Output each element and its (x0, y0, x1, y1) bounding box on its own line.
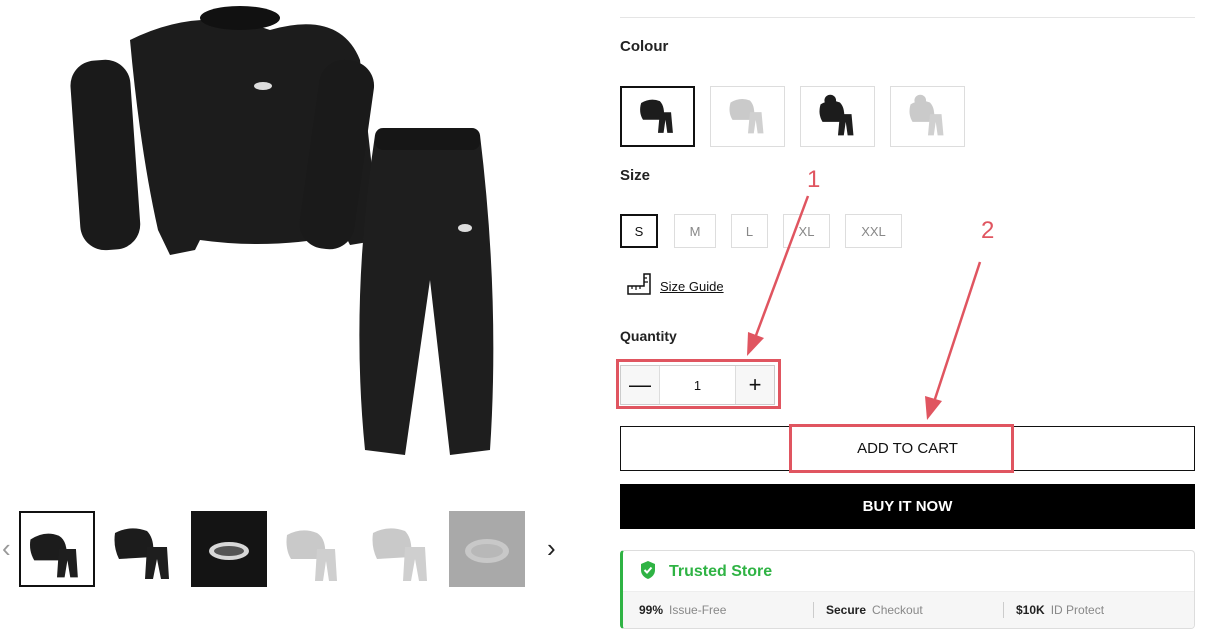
size-option-s[interactable]: S (620, 214, 658, 248)
annotation-label-1: 1 (807, 166, 821, 193)
trusted-store-title: Trusted Store (669, 563, 773, 580)
thumbnail-black-set-alt[interactable] (105, 511, 181, 587)
thumbnail-grey-set[interactable] (277, 511, 353, 587)
size-option-m[interactable]: M (674, 214, 716, 248)
quantity-stepper: — 1 + (620, 365, 775, 405)
size-option-xl[interactable]: XL (783, 214, 830, 248)
annotation-label-2: 2 (981, 217, 995, 244)
colour-label: Colour (620, 38, 669, 55)
stat-secure-value: Secure (826, 603, 867, 617)
stat-id-protect-value: $10K (1016, 603, 1045, 617)
main-product-image (60, 0, 520, 470)
quantity-increase-button[interactable]: + (736, 366, 774, 404)
buy-now-button[interactable]: BUY IT NOW (620, 484, 1195, 529)
trusted-store-card: Trusted Store 99% Issue-Free Secure Chec… (620, 550, 1195, 629)
quantity-label: Quantity (620, 328, 677, 344)
thumbnail-black-set[interactable] (19, 511, 95, 587)
quantity-decrease-button[interactable]: — (621, 366, 659, 404)
thumbnail-grey-set-alt[interactable] (363, 511, 439, 587)
size-guide-label: Size Guide (660, 279, 724, 294)
shield-check-icon (639, 560, 657, 585)
swatch-grey-hoodie-set[interactable] (890, 86, 965, 147)
swatch-grey-crew-set[interactable] (710, 86, 785, 147)
size-label: Size (620, 167, 651, 184)
section-divider (620, 17, 1195, 18)
size-option-xxl[interactable]: XXL (845, 214, 902, 248)
stat-issue-free-label: Issue-Free (669, 603, 727, 617)
swatch-black-crew-set[interactable] (620, 86, 695, 147)
add-to-cart-button[interactable]: ADD TO CART (620, 426, 1195, 471)
thumbnail-grey-logo-closeup[interactable] (449, 511, 525, 587)
size-option-l[interactable]: L (731, 214, 768, 248)
stat-secure-label: Checkout (872, 603, 923, 617)
ruler-icon (626, 272, 652, 301)
stat-secure-checkout: Secure Checkout (813, 602, 1003, 618)
quantity-input[interactable]: 1 (659, 366, 736, 404)
gallery-next-arrow[interactable]: › (547, 535, 556, 561)
swatch-black-hoodie-set[interactable] (800, 86, 875, 147)
stat-issue-free-value: 99% (639, 603, 664, 617)
stat-id-protect-label: ID Protect (1050, 603, 1105, 617)
stat-issue-free: 99% Issue-Free (623, 602, 813, 618)
size-guide-link[interactable]: Size Guide (626, 272, 724, 301)
stat-id-protect: $10K ID Protect (1003, 602, 1104, 618)
thumbnail-black-logo-closeup[interactable] (191, 511, 267, 587)
gallery-prev-arrow[interactable]: ‹ (2, 535, 11, 561)
